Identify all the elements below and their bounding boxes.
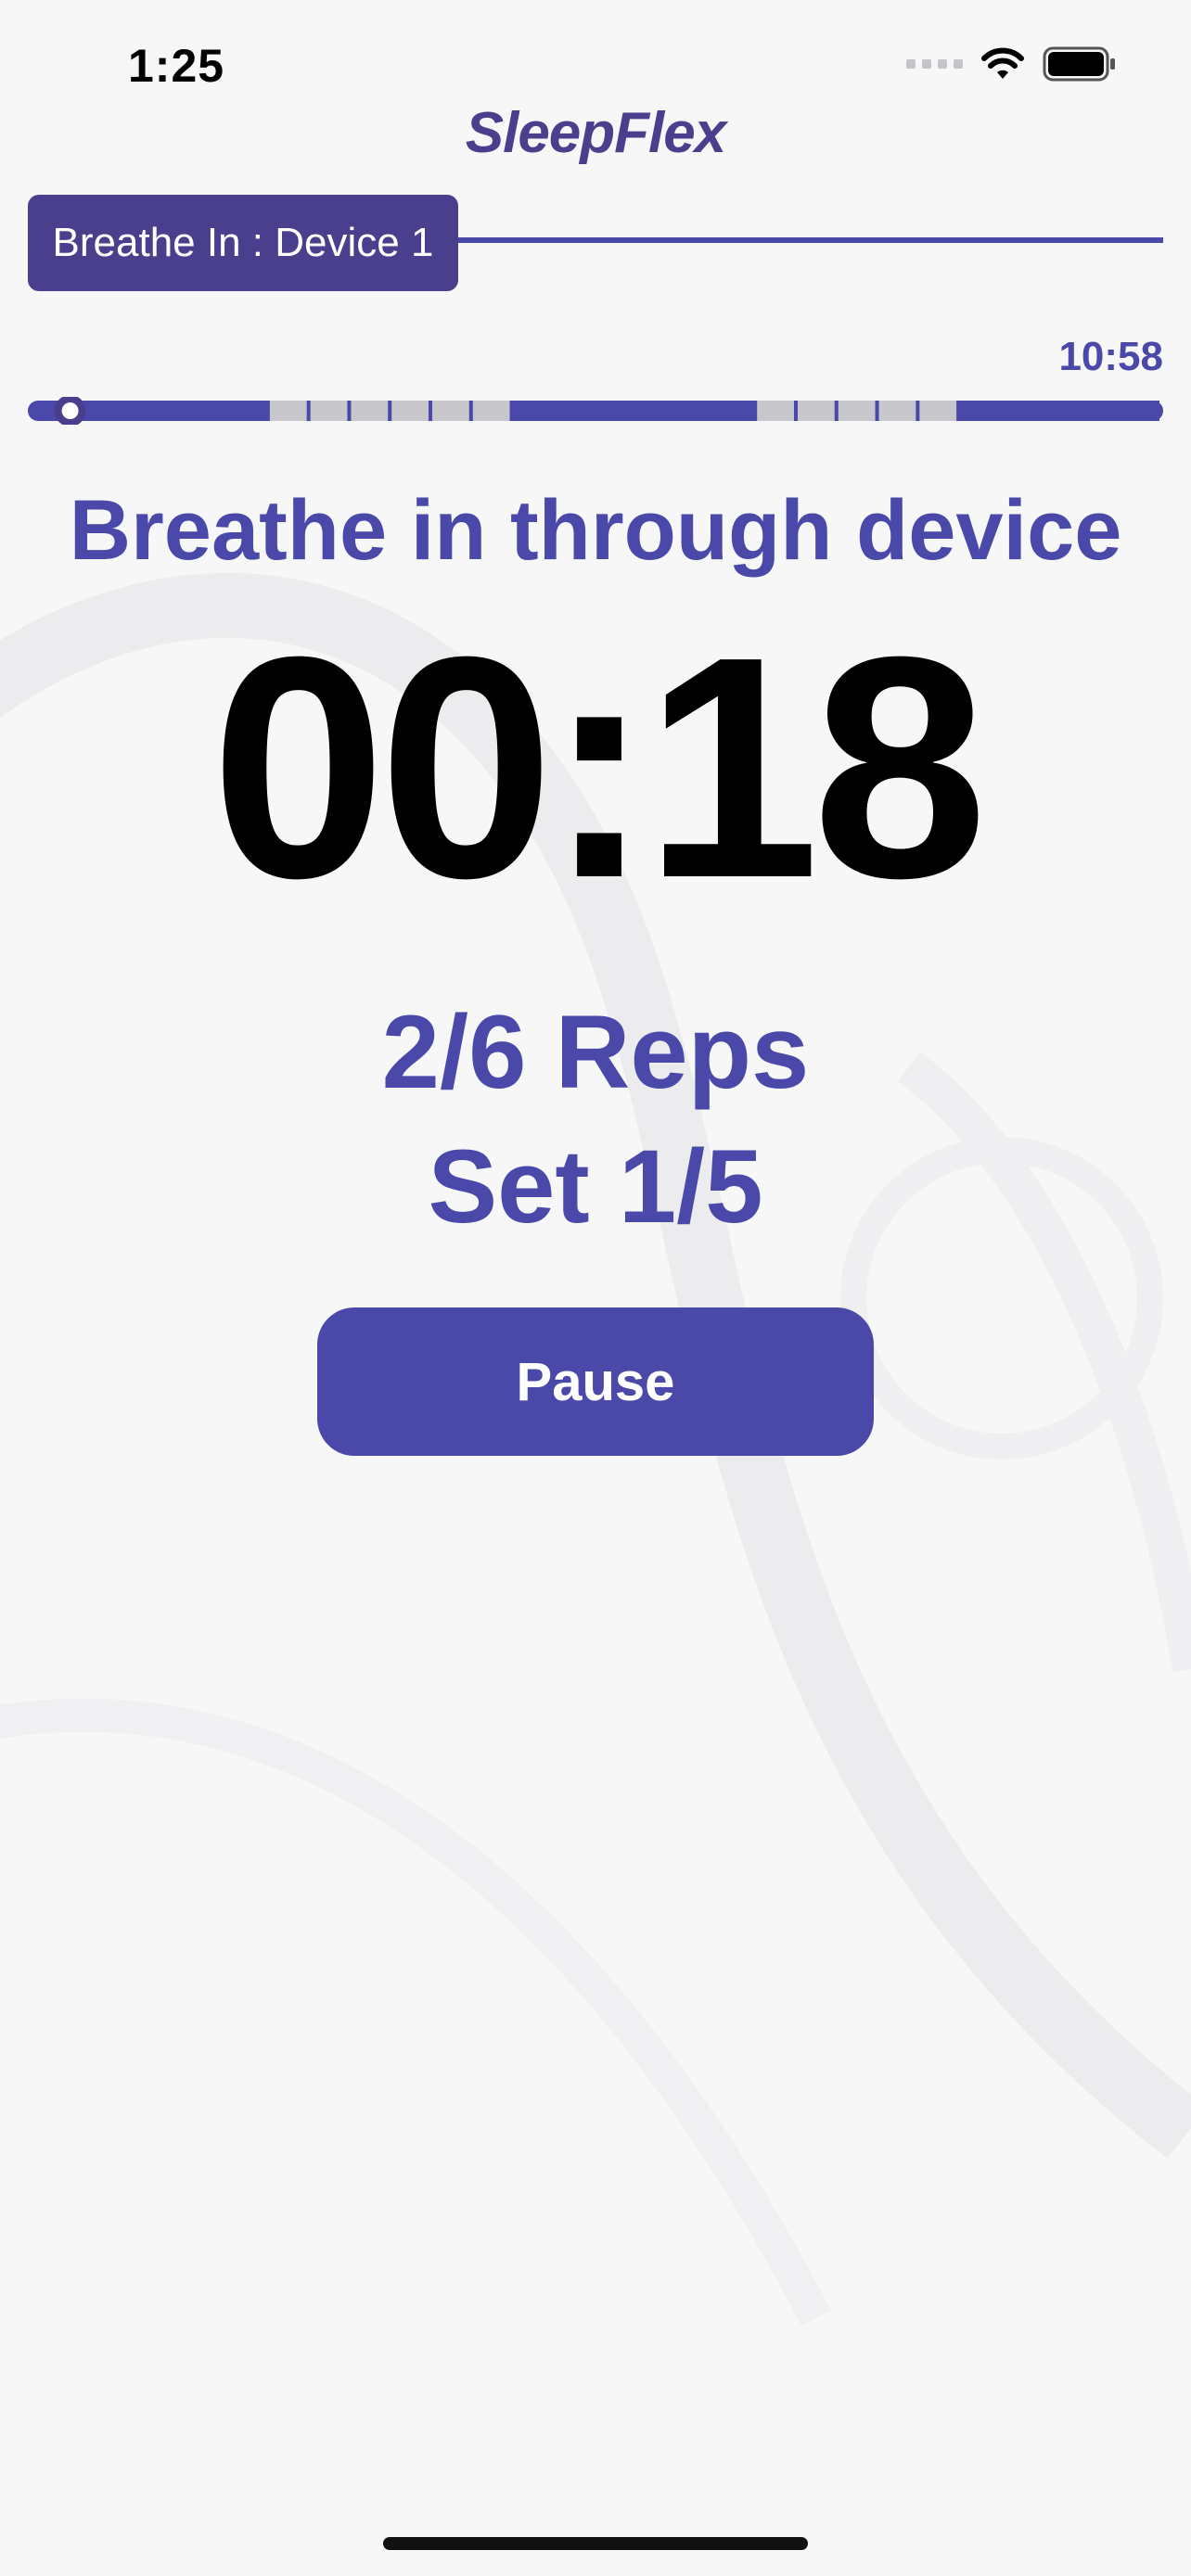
progress-segment — [554, 401, 592, 421]
progress-segment — [1000, 401, 1038, 421]
app-logo: SleepFlex — [465, 101, 726, 165]
progress-segment — [798, 401, 835, 421]
step-label: Breathe In : Device 1 — [28, 195, 458, 291]
progress-segment — [269, 401, 307, 421]
progress-segment — [919, 401, 957, 421]
cellular-signal-icon — [906, 59, 963, 69]
reps-counter: 2/6 Reps — [381, 994, 810, 1110]
progress-segment — [1041, 401, 1079, 421]
pause-button[interactable]: Pause — [317, 1307, 874, 1456]
progress-segment — [432, 401, 469, 421]
progress-segment — [1122, 401, 1159, 421]
step-divider-line — [458, 237, 1163, 243]
home-indicator — [383, 2537, 808, 2550]
countdown-timer: 00:18 — [211, 592, 988, 944]
set-counter: Set 1/5 — [428, 1129, 763, 1244]
status-time: 1:25 — [128, 40, 225, 92]
progress-segment — [147, 401, 186, 421]
progress-segment — [229, 401, 266, 421]
progress-segment — [838, 401, 876, 421]
progress-segment — [1082, 401, 1120, 421]
progress-segment — [757, 401, 794, 421]
session-progress-bar[interactable] — [28, 397, 1163, 425]
progress-segment — [595, 401, 632, 421]
progress-thumb[interactable] — [54, 397, 86, 425]
progress-segment — [107, 401, 145, 421]
progress-segment — [188, 401, 226, 421]
status-icons — [906, 46, 1117, 82]
progress-segment — [351, 401, 389, 421]
battery-icon — [1043, 46, 1115, 82]
progress-segment — [634, 401, 672, 421]
wifi-icon — [981, 47, 1024, 79]
progress-segment — [675, 401, 713, 421]
progress-segment — [472, 401, 510, 421]
progress-segment — [716, 401, 754, 421]
background-decoration — [0, 572, 1191, 2327]
progress-segment — [391, 401, 429, 421]
progress-segment — [310, 401, 348, 421]
progress-segment — [960, 401, 997, 421]
instruction-text: Breathe in through device — [69, 483, 1122, 578]
total-remaining-time: 10:58 — [1058, 334, 1163, 379]
progress-segment — [878, 401, 916, 421]
progress-segment — [513, 401, 551, 421]
